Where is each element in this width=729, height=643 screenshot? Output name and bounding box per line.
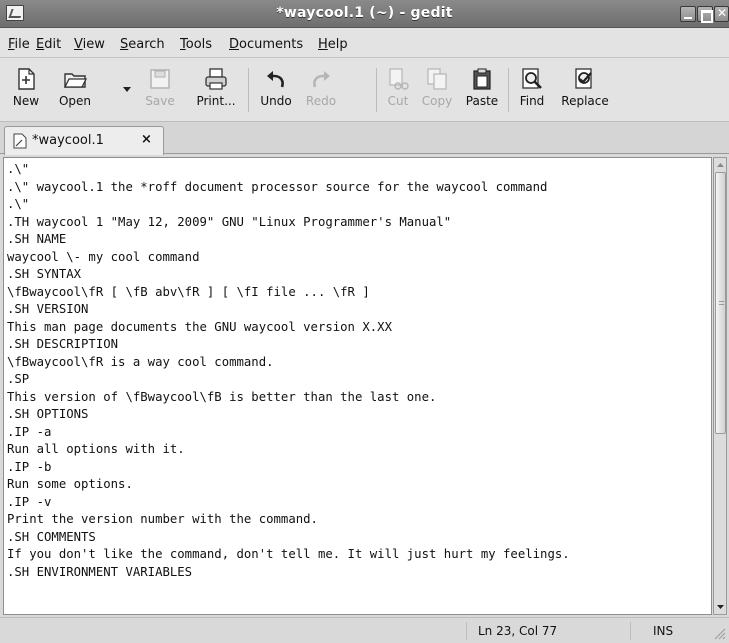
code-line[interactable]: .SH ENVIRONMENT VARIABLES	[7, 564, 711, 582]
scrollbar-thumb[interactable]	[715, 172, 726, 434]
editor-content[interactable]: .\" .\" waycool.1 the *roff document proc…	[4, 158, 711, 581]
tab-label: *waycool.1	[32, 133, 104, 148]
scroll-down-arrow-icon[interactable]	[715, 601, 726, 613]
find-button[interactable]: Find	[512, 63, 552, 117]
code-line[interactable]: .\" waycool.1 the *roff document process…	[7, 179, 711, 197]
close-window-button[interactable]	[714, 6, 729, 22]
undo-arrow-icon	[267, 71, 284, 88]
redo-arrow-icon	[313, 71, 330, 88]
open-button[interactable]: Open	[50, 63, 100, 117]
text-editor[interactable]: .\" .\" waycool.1 the *roff document proc…	[3, 157, 712, 615]
replace-button[interactable]: Replace	[556, 63, 614, 117]
magnifier-icon	[522, 68, 542, 89]
status-separator	[466, 622, 467, 640]
close-tab-button[interactable]: ×	[141, 132, 152, 147]
menu-file[interactable]: File	[8, 37, 30, 52]
code-line[interactable]: \fBwaycool\fR [ \fB abv\fR ] [ \fI file …	[7, 284, 711, 302]
new-label: New	[12, 94, 40, 108]
code-line[interactable]: Run all options with it.	[7, 441, 711, 459]
toolbar-separator	[508, 68, 509, 112]
menu-edit[interactable]: Edit	[36, 37, 61, 52]
find-label: Find	[519, 94, 545, 108]
new-button[interactable]: New	[6, 63, 46, 117]
code-line[interactable]: If you don't like the command, don't tel…	[7, 546, 711, 564]
code-line[interactable]: Run some options.	[7, 476, 711, 494]
redo-label: Redo	[305, 94, 337, 108]
status-separator	[630, 622, 631, 640]
code-line[interactable]: .SP	[7, 371, 711, 389]
window-title: *waycool.1 (~) - gedit	[276, 5, 453, 21]
code-line[interactable]: .SH VERSION	[7, 301, 711, 319]
menu-bar: File Edit View Search Tools Documents He…	[0, 28, 729, 58]
clipboard-icon	[473, 68, 491, 90]
text-document-icon	[13, 133, 27, 149]
redo-button[interactable]: Redo	[300, 63, 342, 117]
document-tabs: *waycool.1 ×	[0, 122, 729, 155]
cut-button[interactable]: Cut	[380, 63, 416, 117]
code-line[interactable]: .SH NAME	[7, 231, 711, 249]
cut-label: Cut	[387, 94, 409, 108]
copy-label: Copy	[421, 94, 453, 108]
save-button[interactable]: Save	[140, 63, 180, 117]
replace-icon	[575, 68, 592, 89]
scroll-up-arrow-icon[interactable]	[715, 159, 726, 171]
code-line[interactable]: .\"	[7, 196, 711, 214]
maximize-button[interactable]	[697, 6, 713, 23]
cursor-position: Ln 23, Col 77	[478, 624, 558, 638]
code-line[interactable]: .IP -a	[7, 424, 711, 442]
code-line[interactable]: \fBwaycool\fR is a way cool command.	[7, 354, 711, 372]
toolbar: New Open Save Print... Undo Redo Cut Cop…	[0, 58, 729, 122]
printer-icon	[205, 68, 227, 90]
code-line[interactable]: .\"	[7, 161, 711, 179]
menu-documents[interactable]: Documents	[229, 37, 303, 52]
code-line[interactable]: waycool \- my cool command	[7, 249, 711, 267]
code-line[interactable]: Print the version number with the comman…	[7, 511, 711, 529]
code-line[interactable]: This man page documents the GNU waycool …	[7, 319, 711, 337]
code-line[interactable]: This version of \fBwaycool\fB is better …	[7, 389, 711, 407]
save-label: Save	[145, 94, 175, 108]
print-label: Print...	[196, 94, 236, 108]
new-document-icon	[18, 68, 35, 90]
print-button[interactable]: Print...	[190, 63, 242, 117]
undo-label: Undo	[260, 94, 292, 108]
save-floppy-icon	[150, 69, 170, 89]
scissors-icon	[389, 68, 409, 90]
status-bar: Ln 23, Col 77 INS	[0, 617, 729, 643]
replace-label: Replace	[561, 94, 609, 108]
minimize-button[interactable]	[680, 6, 696, 22]
menu-help[interactable]: Help	[318, 37, 348, 52]
menu-tools[interactable]: Tools	[180, 37, 212, 52]
code-line[interactable]: .SH OPTIONS	[7, 406, 711, 424]
undo-button[interactable]: Undo	[254, 63, 298, 117]
copy-icon	[427, 68, 447, 90]
open-recent-dropdown[interactable]	[122, 84, 132, 94]
open-folder-icon	[63, 73, 87, 88]
code-line[interactable]: .TH waycool 1 "May 12, 2009" GNU "Linux …	[7, 214, 711, 232]
code-line[interactable]: .IP -v	[7, 494, 711, 512]
resize-grip-icon[interactable]	[712, 626, 726, 640]
code-line[interactable]: .IP -b	[7, 459, 711, 477]
scrollbar-grip	[719, 301, 724, 305]
menu-search[interactable]: Search	[120, 37, 165, 52]
open-label: Open	[58, 94, 92, 108]
insert-mode-indicator[interactable]: INS	[653, 624, 673, 638]
paste-button[interactable]: Paste	[460, 63, 504, 117]
window-titlebar[interactable]: *waycool.1 (~) - gedit	[0, 0, 729, 28]
tab-waycool[interactable]: *waycool.1 ×	[4, 126, 164, 155]
code-line[interactable]: .SH SYNTAX	[7, 266, 711, 284]
code-line[interactable]: .SH COMMENTS	[7, 529, 711, 547]
vertical-scrollbar[interactable]	[713, 157, 727, 615]
code-line[interactable]: .SH DESCRIPTION	[7, 336, 711, 354]
toolbar-separator	[248, 68, 249, 112]
menu-view[interactable]: View	[74, 37, 105, 52]
paste-label: Paste	[465, 94, 499, 108]
toolbar-separator	[376, 68, 377, 112]
copy-button[interactable]: Copy	[416, 63, 458, 117]
